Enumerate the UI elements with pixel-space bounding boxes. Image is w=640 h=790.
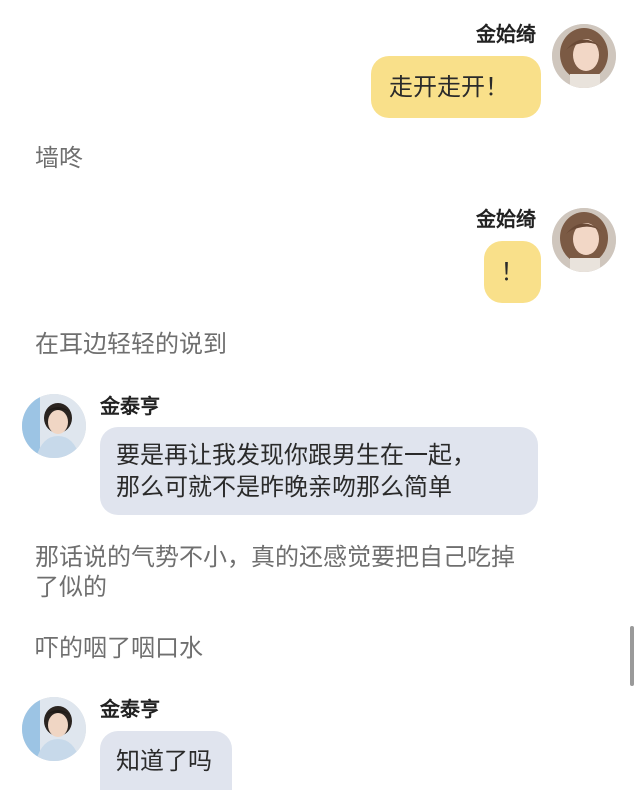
narration-text: 在耳边轻轻的说到 <box>35 330 227 358</box>
message-bubble[interactable]: 要是再让我发现你跟男生在一起， 那么可就不是昨晚亲吻那么简单 <box>100 427 538 515</box>
message-bubble[interactable]: ！ <box>484 241 541 303</box>
message-bubble[interactable]: 知道了吗 <box>100 731 232 790</box>
scrollbar[interactable] <box>630 626 634 686</box>
narration-text: 墙咚 <box>35 144 83 172</box>
speaker-name: 金泰亨 <box>100 697 160 721</box>
message-text: 知道了吗 <box>116 747 212 775</box>
narration-line: 那话说的气势不小，真的还感觉要把自己吃掉 <box>35 543 515 571</box>
girl-avatar-icon[interactable] <box>552 24 616 88</box>
narration-text: 吓的咽了咽口水 <box>35 634 203 662</box>
speaker-name: 金姶绮 <box>476 22 536 46</box>
narration-text: 那话说的气势不小，真的还感觉要把自己吃掉 了似的 <box>35 542 515 602</box>
narration-line: 了似的 <box>35 573 107 601</box>
speaker-name: 金姶绮 <box>476 207 536 231</box>
boy-avatar-icon[interactable] <box>22 394 86 458</box>
speaker-name: 金泰亨 <box>100 394 160 418</box>
message-text-line: 那么可就不是昨晚亲吻那么简单 <box>116 473 452 501</box>
boy-avatar-icon[interactable] <box>22 697 86 761</box>
message-text: 走开走开！ <box>389 73 509 101</box>
girl-avatar-icon[interactable] <box>552 208 616 272</box>
message-bubble[interactable]: 走开走开！ <box>371 56 541 118</box>
message-text-line: 要是再让我发现你跟男生在一起， <box>116 441 476 469</box>
message-text: ！ <box>500 258 525 286</box>
